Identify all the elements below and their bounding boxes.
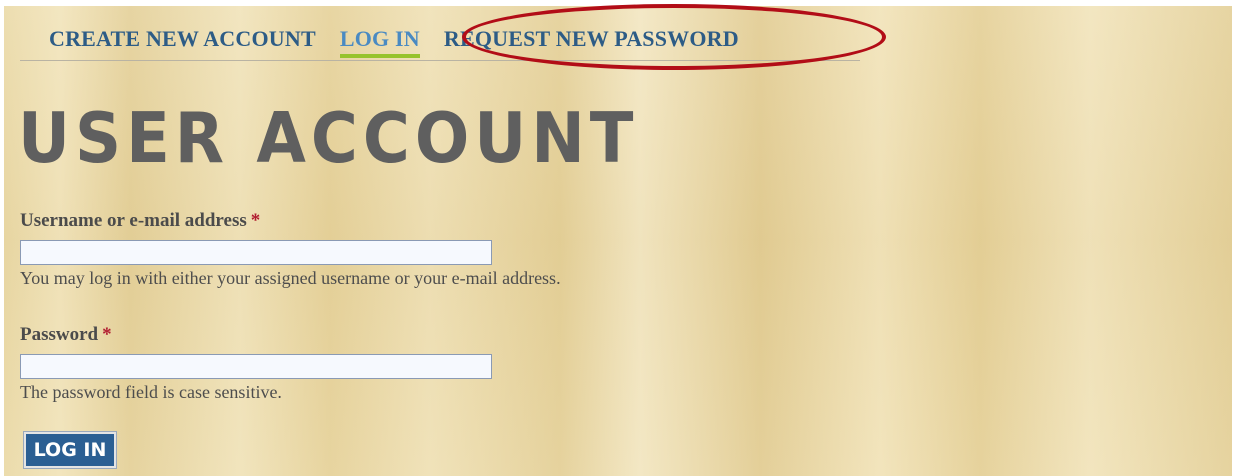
username-field-group: Username or e-mail address * You may log … bbox=[20, 206, 561, 291]
tab-log-in[interactable]: LOG IN bbox=[339, 24, 420, 58]
password-label: Password * bbox=[20, 320, 492, 350]
username-description: You may log in with either your assigned… bbox=[20, 268, 561, 288]
tab-create-new-account[interactable]: CREATE NEW ACCOUNT bbox=[49, 24, 316, 58]
password-field-group: Password * The password field is case sen… bbox=[20, 320, 492, 405]
frame-top bbox=[0, 0, 1240, 6]
required-marker: * bbox=[102, 324, 112, 345]
frame-left bbox=[0, 0, 4, 476]
password-label-text: Password bbox=[20, 324, 99, 345]
page-title: USER ACCOUNT bbox=[18, 99, 639, 180]
tab-request-new-password[interactable]: REQUEST NEW PASSWORD bbox=[444, 24, 739, 58]
log-in-button[interactable]: LOG IN bbox=[23, 431, 117, 469]
account-tabs: CREATE NEW ACCOUNT LOG IN REQUEST NEW PA… bbox=[20, 24, 860, 61]
password-input[interactable] bbox=[20, 354, 492, 379]
username-label-text: Username or e-mail address bbox=[20, 210, 247, 231]
username-label: Username or e-mail address * bbox=[20, 206, 561, 236]
username-input[interactable] bbox=[20, 240, 492, 265]
required-marker: * bbox=[250, 210, 261, 231]
password-description: The password field is case sensitive. bbox=[20, 382, 282, 402]
frame-right bbox=[1232, 0, 1240, 476]
